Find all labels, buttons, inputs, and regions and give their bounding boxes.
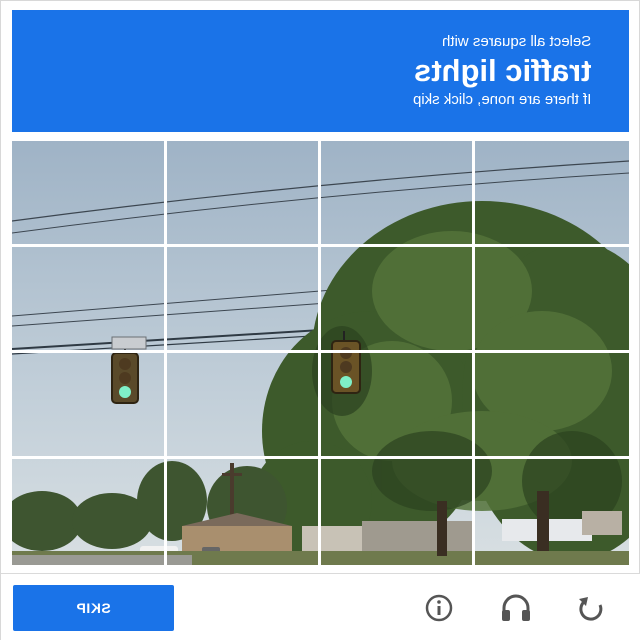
target-object-label: traffic lights: [413, 53, 591, 88]
grid-tile[interactable]: [475, 353, 629, 459]
grid-tile[interactable]: [475, 141, 629, 247]
image-grid: [12, 141, 629, 565]
grid-tile[interactable]: [321, 459, 475, 565]
skip-button[interactable]: SKIP: [13, 585, 174, 631]
grid-tile[interactable]: [12, 247, 167, 353]
grid-tile[interactable]: [475, 459, 629, 565]
grid-tile[interactable]: [12, 141, 167, 247]
instructions-header: Select all squares with traffic lights I…: [12, 10, 629, 132]
audio-headphones-icon[interactable]: [498, 590, 534, 626]
info-icon[interactable]: [421, 590, 457, 626]
skip-button-label: SKIP: [76, 600, 111, 616]
captcha-footer: SKIP: [1, 573, 640, 641]
grid-tile[interactable]: [167, 459, 321, 565]
instructions-subline: If there are none, click skip: [412, 91, 591, 108]
grid-tile[interactable]: [12, 353, 167, 459]
captcha-widget: Select all squares with traffic lights I…: [0, 0, 640, 641]
grid-tile[interactable]: [167, 141, 321, 247]
grid-tile[interactable]: [475, 247, 629, 353]
grid-tile[interactable]: [321, 247, 475, 353]
grid-tile[interactable]: [167, 353, 321, 459]
grid-tile[interactable]: [12, 459, 167, 565]
grid-tile[interactable]: [167, 247, 321, 353]
grid-tile[interactable]: [321, 353, 475, 459]
grid-tile[interactable]: [321, 141, 475, 247]
reload-icon[interactable]: [573, 590, 609, 626]
instructions-line: Select all squares with: [441, 33, 591, 50]
